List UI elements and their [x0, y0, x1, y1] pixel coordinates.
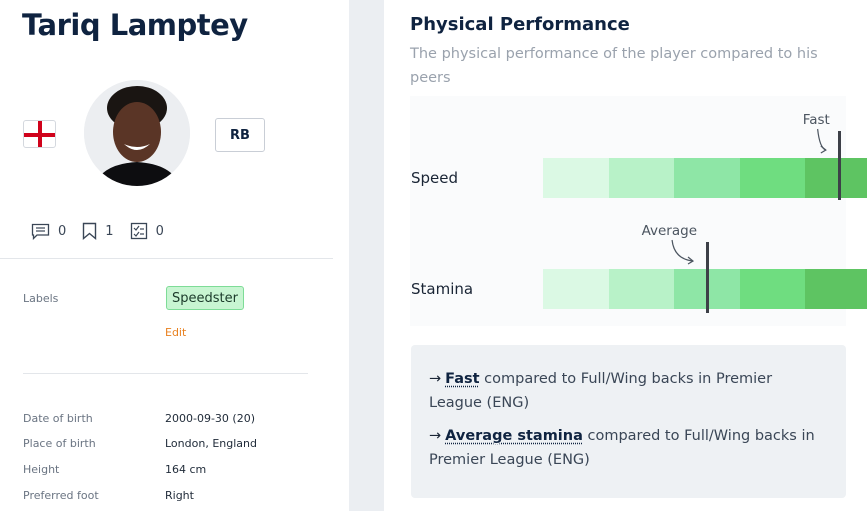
- summary-line-speed: → Fast compared to Full/Wing backs in Pre…: [429, 367, 829, 415]
- edit-labels-link[interactable]: Edit: [165, 326, 186, 339]
- scale-segment-3: [674, 158, 740, 198]
- section-subtitle: The physical performance of the player c…: [410, 42, 830, 90]
- metric-label-stamina: Stamina: [411, 280, 473, 298]
- bookmarks-stat[interactable]: 1: [82, 222, 113, 240]
- speed-bar: [543, 158, 867, 198]
- info-label-preferred-foot: Preferred foot: [23, 489, 99, 502]
- england-flag-icon: [23, 120, 56, 148]
- arrow-right-icon: →: [429, 371, 441, 387]
- scale-segment-1: [543, 158, 609, 198]
- bookmark-icon: [82, 222, 97, 240]
- scale-segment-4: [740, 158, 806, 198]
- arrow-right-icon: →: [429, 428, 441, 444]
- summary-box: → Fast compared to Full/Wing backs in Pre…: [411, 345, 846, 498]
- reports-count: 0: [156, 224, 164, 239]
- section-title: Physical Performance: [410, 14, 630, 35]
- summary-stamina-highlight[interactable]: Average stamina: [445, 428, 583, 444]
- player-profile-panel: Tariq Lamptey RB 0 1 0 Labels Speedster …: [0, 0, 349, 511]
- info-label-date-of-birth: Date of birth: [23, 412, 93, 425]
- scale-segment-5: [805, 158, 867, 198]
- metric-label-speed: Speed: [411, 169, 458, 187]
- info-value-preferred-foot: Right: [165, 489, 194, 502]
- scale-segment-2: [609, 269, 675, 309]
- physical-performance-panel: Physical Performance The physical perfor…: [384, 0, 867, 511]
- info-label-height: Height: [23, 463, 59, 476]
- comment-icon: [31, 223, 50, 240]
- bookmarks-count: 1: [105, 224, 113, 239]
- summary-line-stamina: → Average stamina compared to Full/Wing b…: [429, 424, 829, 472]
- summary-speed-highlight[interactable]: Fast: [445, 371, 479, 387]
- comments-stat[interactable]: 0: [31, 223, 66, 240]
- reports-stat[interactable]: 0: [130, 222, 164, 240]
- divider: [0, 258, 333, 259]
- info-value-place-of-birth: London, England: [165, 437, 257, 450]
- scale-segment-2: [609, 158, 675, 198]
- info-label-place-of-birth: Place of birth: [23, 437, 96, 450]
- performance-chart: Speed Fast Stamina Average: [410, 96, 846, 326]
- player-name: Tariq Lamptey: [22, 8, 248, 42]
- scale-segment-4: [740, 269, 806, 309]
- labels-heading: Labels: [23, 292, 58, 305]
- summary-speed-text: compared to Full/Wing backs in Premier L…: [429, 371, 772, 411]
- panel-gutter: [349, 0, 384, 511]
- stats-row: 0 1 0: [31, 222, 180, 240]
- comments-count: 0: [58, 224, 66, 239]
- info-value-date-of-birth: 2000-09-30 (20): [165, 412, 255, 425]
- scale-segment-5: [805, 269, 867, 309]
- speed-annotation-arrow-icon: [410, 126, 846, 156]
- info-value-height: 164 cm: [165, 463, 206, 476]
- avatar: [84, 80, 190, 186]
- scale-segment-1: [543, 269, 609, 309]
- label-tag[interactable]: Speedster: [166, 286, 244, 310]
- checklist-icon: [130, 222, 148, 240]
- stamina-annotation-arrow-icon: [410, 237, 846, 267]
- position-badge: RB: [215, 118, 265, 152]
- divider: [23, 373, 308, 374]
